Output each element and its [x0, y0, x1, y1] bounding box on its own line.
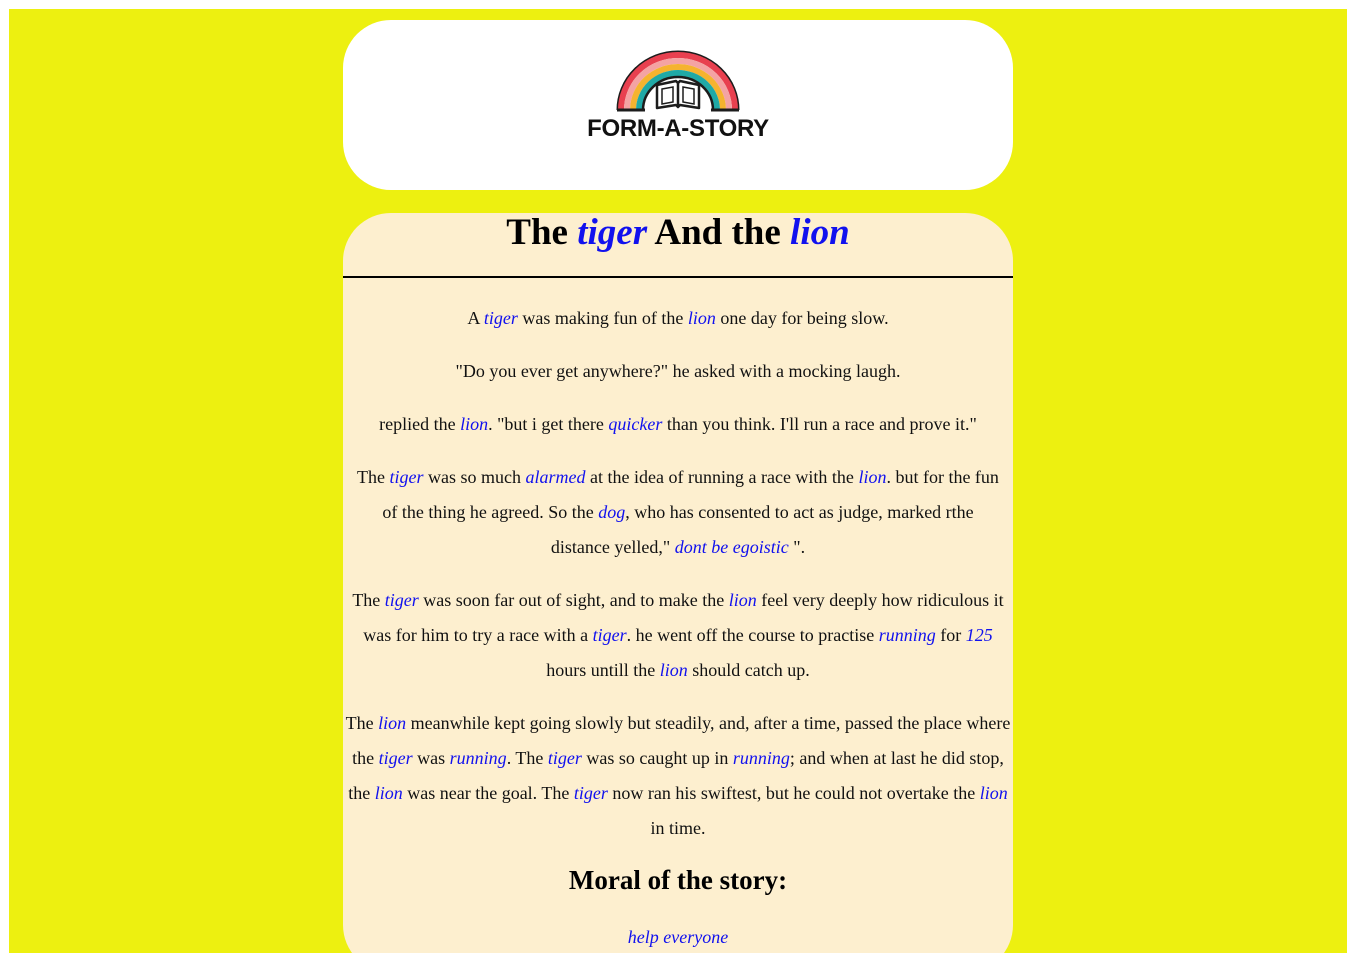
title-variable: tiger: [577, 213, 648, 253]
story-card: The tiger And the lion A tiger was makin…: [343, 213, 1013, 953]
variable-word: lion: [979, 783, 1008, 803]
title-variable: lion: [790, 213, 850, 253]
moral-heading: Moral of the story:: [568, 865, 788, 895]
variable-word: lion: [378, 713, 407, 733]
title-word: And the: [654, 213, 781, 253]
variable-word: alarmed: [525, 467, 586, 487]
variable-word: tiger: [384, 590, 419, 610]
variable-word: lion: [374, 783, 403, 803]
variable-word: lion: [687, 308, 716, 328]
story-title: The tiger And the lion: [343, 213, 1013, 253]
story-paragraph-6: The lion meanwhile kept going slowly but…: [345, 713, 1011, 838]
story-paragraph-1: A tiger was making fun of the lion one d…: [467, 308, 889, 328]
variable-word: running: [449, 748, 507, 768]
variable-word: running: [732, 748, 790, 768]
moral-text: help everyone: [343, 926, 1013, 948]
title-word: The: [506, 213, 568, 253]
variable-word: tiger: [592, 625, 627, 645]
variable-word: running: [878, 625, 936, 645]
variable-word: dog: [598, 502, 626, 522]
variable-word: help everyone: [627, 927, 729, 947]
story-paragraph-4: The tiger was so much alarmed at the ide…: [357, 467, 999, 557]
variable-word: tiger: [547, 748, 582, 768]
logo[interactable]: FORM-A-STORY: [581, 50, 775, 142]
variable-word: quicker: [608, 414, 663, 434]
story-paragraph-5: The tiger was soon far out of sight, and…: [352, 590, 1004, 680]
variable-word: lion: [728, 590, 757, 610]
rainbow-book-icon: [616, 50, 740, 112]
variable-word: lion: [858, 467, 887, 487]
variable-word: 125: [965, 625, 993, 645]
variable-word: dont be egoistic: [674, 537, 789, 557]
variable-word: lion: [460, 414, 489, 434]
variable-word: lion: [659, 660, 688, 680]
variable-word: tiger: [378, 748, 413, 768]
variable-word: tiger: [483, 308, 518, 328]
story-paragraph-2: "Do you ever get anywhere?" he asked wit…: [455, 361, 901, 381]
story-body: A tiger was making fun of the lion one d…: [343, 301, 1013, 864]
logo-text: FORM-A-STORY: [587, 115, 769, 142]
variable-word: tiger: [389, 467, 424, 487]
variable-word: tiger: [573, 783, 608, 803]
header-card: FORM-A-STORY: [343, 20, 1013, 190]
title-divider: [343, 276, 1013, 278]
story-paragraph-3: replied the lion. "but i get there quick…: [379, 414, 977, 434]
page-background: FORM-A-STORY The tiger And the lion A ti…: [9, 9, 1347, 953]
